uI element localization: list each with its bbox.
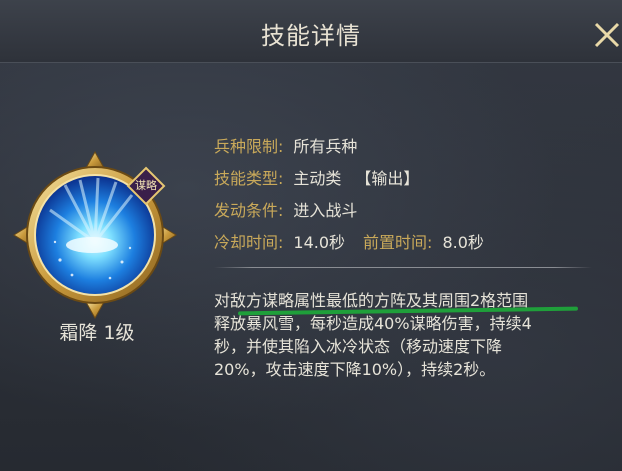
prep-label: 前置时间: — [363, 233, 433, 252]
troop-label: 兵种限制: — [214, 137, 284, 156]
skill-icon[interactable]: 谋略 — [10, 150, 180, 320]
type-value: 主动类 — [293, 169, 342, 188]
trigger-condition-row: 发动条件: 进入战斗 — [214, 197, 357, 221]
frost-skill-icon — [13, 150, 177, 320]
page-title: 技能详情 — [261, 22, 361, 50]
skill-detail-panel: 技能详情 谋略 霜降 1级 兵种限制: 所有兵种 技能类型: 主动类 【输出】 … — [0, 0, 622, 471]
type-tag: 【输出】 — [355, 169, 420, 188]
close-button[interactable] — [588, 14, 622, 54]
description-line: 20%，攻击速度下降10%），持续2秒。 — [214, 360, 496, 379]
type-label: 技能类型: — [214, 169, 284, 188]
close-icon — [594, 22, 620, 48]
skill-type-row: 技能类型: 主动类 【输出】 — [214, 165, 419, 189]
cooldown-label: 冷却时间: — [214, 233, 284, 252]
timing-row: 冷却时间: 14.0秒 前置时间: 8.0秒 — [214, 229, 484, 253]
troop-value: 所有兵种 — [293, 137, 358, 156]
description-line: 释放暴风雪，每秒造成40%谋略伤害，持续4 — [214, 314, 532, 333]
trigger-label: 发动条件: — [214, 201, 284, 220]
trigger-value: 进入战斗 — [293, 201, 358, 220]
badge-label: 谋略 — [135, 179, 157, 192]
skill-description: 对敌方谋略属性最低的方阵及其周围2格范围 释放暴风雪，每秒造成40%谋略伤害，持… — [214, 289, 589, 381]
divider — [214, 267, 592, 268]
cooldown-value: 14.0秒 — [293, 233, 346, 252]
prep-value: 8.0秒 — [442, 233, 484, 252]
troop-restriction-row: 兵种限制: 所有兵种 — [214, 133, 357, 157]
description-line: 秒，并使其陷入冰冷状态（移动速度下降 — [214, 337, 503, 356]
skill-name: 霜降 1级 — [59, 322, 135, 344]
title-bar: 技能详情 — [0, 0, 622, 63]
